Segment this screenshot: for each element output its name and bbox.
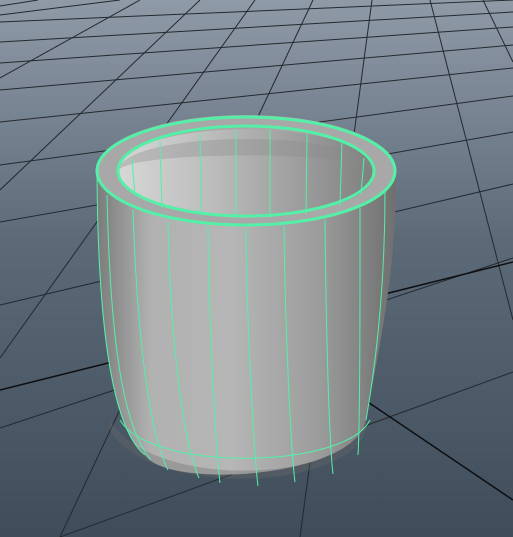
viewport-canvas[interactable] xyxy=(0,0,513,537)
cup-mesh[interactable] xyxy=(95,115,397,487)
3d-viewport[interactable] xyxy=(0,0,513,537)
